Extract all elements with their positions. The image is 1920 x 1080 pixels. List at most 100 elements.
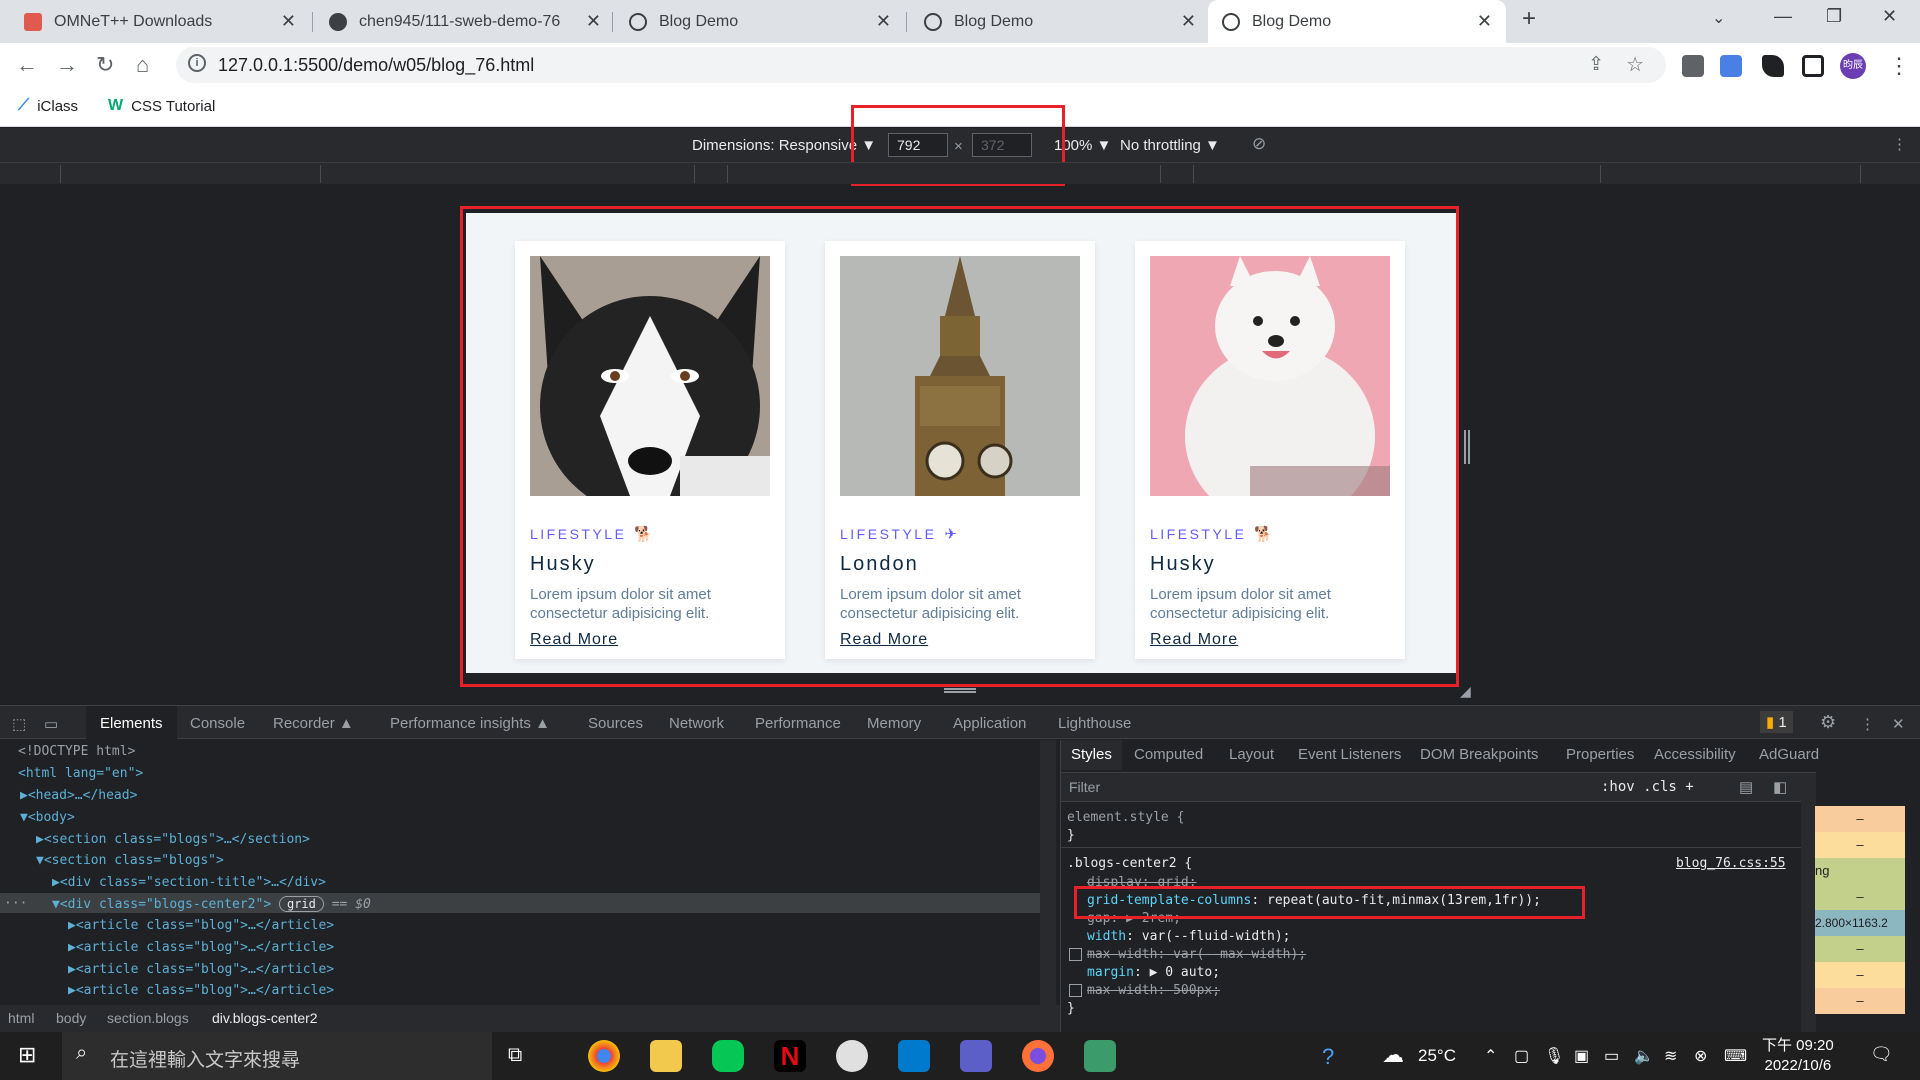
css-decl-margin[interactable]: margin: ▶ 0 auto; [1087, 965, 1220, 980]
tab-github[interactable]: chen945/111-sweb-demo-76 ✕ [315, 0, 615, 43]
crumb-div[interactable]: div.blogs-center2 [212, 1010, 318, 1026]
line-app-icon[interactable] [712, 1040, 744, 1072]
netflix-icon[interactable]: N [774, 1040, 806, 1072]
reload-icon[interactable]: ↻ [96, 52, 114, 78]
dom-line[interactable]: ▶<section class="blogs">…</section> [36, 832, 310, 847]
tab-network[interactable]: Network [669, 715, 724, 732]
styles-scrollbar[interactable] [1801, 776, 1816, 1032]
app-window-icon[interactable] [1084, 1040, 1116, 1072]
dom-line[interactable]: ▼<section class="blogs"> [36, 853, 224, 868]
share-icon[interactable]: ⇪ [1588, 53, 1604, 76]
tab-recorder[interactable]: Recorder ▲ [273, 715, 354, 732]
dom-line[interactable]: <!DOCTYPE html> [18, 744, 135, 759]
toggle-sidebar-icon[interactable]: ◧ [1773, 778, 1787, 796]
dom-line[interactable]: ▶<div class="section-title">…</div> [52, 875, 326, 890]
windows-start-icon[interactable]: ⊞ [18, 1042, 36, 1068]
hov-cls-tools[interactable]: :hov .cls + [1601, 779, 1694, 795]
viewport-resize-handle[interactable] [1464, 430, 1470, 464]
meet-icon[interactable]: ▢ [1514, 1046, 1529, 1066]
css-decl-width[interactable]: width: var(--fluid-width); [1087, 929, 1291, 944]
tab-accessibility[interactable]: Accessibility [1654, 746, 1736, 763]
tab-performance-insights[interactable]: Performance insights ▲ [390, 715, 550, 732]
bookmark-iclass[interactable]: ⟋ iClass [18, 97, 78, 115]
tab-blog-demo-2[interactable]: Blog Demo ✕ [910, 0, 1210, 43]
dom-line-selected[interactable]: ▼<div class="blogs-center2"> grid == $0 [52, 896, 371, 912]
close-icon[interactable]: ✕ [586, 11, 601, 32]
crumb-body[interactable]: body [56, 1010, 86, 1026]
tab-styles[interactable]: Styles [1061, 740, 1122, 770]
taskbar-clock[interactable]: 下午 09:20 2022/10/6 [1762, 1036, 1834, 1076]
firefox-icon[interactable] [1022, 1040, 1054, 1072]
issues-badge[interactable]: ▮ 1 [1760, 711, 1793, 733]
tab-search-icon[interactable]: ⌄ [1712, 8, 1725, 28]
site-info-icon[interactable]: i [188, 54, 206, 72]
settings-gear-icon[interactable]: ⚙ [1820, 712, 1836, 733]
dom-line[interactable]: ▶<article class="blog">…</article> [68, 983, 334, 998]
close-icon[interactable]: ✕ [876, 11, 891, 32]
styles-filter-input[interactable]: Filter [1069, 779, 1100, 795]
file-explorer-icon[interactable] [650, 1040, 682, 1072]
taskbar-search[interactable]: ⌕ 在這裡輸入文字來搜尋 [62, 1032, 492, 1080]
tab-layout[interactable]: Layout [1229, 746, 1274, 763]
dom-line[interactable]: ▶<head>…</head> [20, 788, 137, 803]
volume-icon[interactable]: 🔈 [1634, 1046, 1654, 1066]
mic-icon[interactable]: 🎙 [1544, 1046, 1564, 1066]
dom-line[interactable]: <html lang="en"> [18, 766, 143, 781]
bookmark-star-icon[interactable]: ☆ [1626, 52, 1644, 77]
weather-temp[interactable]: 25°C [1418, 1046, 1456, 1066]
dom-line[interactable]: ▶<article class="blog">…</article> [68, 918, 334, 933]
viewport-bottom-handle[interactable] [944, 688, 976, 693]
wifi-icon[interactable]: ≋ [1664, 1046, 1677, 1066]
tab-lighthouse[interactable]: Lighthouse [1058, 715, 1131, 732]
tab-blog-demo-1[interactable]: Blog Demo ✕ [615, 0, 905, 43]
tab-event-listeners[interactable]: Event Listeners [1298, 746, 1401, 763]
no-sync-icon[interactable]: ⊗ [1694, 1046, 1707, 1066]
tab-blog-demo-active[interactable]: Blog Demo ✕ [1208, 0, 1506, 43]
profile-avatar[interactable]: 昀辰 [1840, 53, 1866, 79]
tab-properties[interactable]: Properties [1566, 746, 1634, 763]
dom-line[interactable]: ▶<article class="blog">…</article> [68, 962, 334, 977]
rotate-icon[interactable]: ⊘ [1252, 134, 1266, 154]
notification-icon[interactable]: 🗨 [1870, 1044, 1893, 1065]
close-window-icon[interactable]: ✕ [1882, 6, 1897, 27]
tab-adguard[interactable]: AdGuard [1759, 746, 1819, 763]
element-style-rule[interactable]: element.style { [1067, 810, 1184, 825]
tab-sources[interactable]: Sources [588, 715, 643, 732]
css-decl-max-width-500[interactable]: max-width: 500px; [1087, 983, 1220, 998]
tab-application[interactable]: Application [953, 715, 1026, 732]
minimize-icon[interactable]: — [1774, 6, 1792, 27]
tray-chevron-icon[interactable]: ⌃ [1484, 1046, 1497, 1066]
task-view-icon[interactable]: ⧉ [508, 1044, 522, 1067]
tab-omnet[interactable]: OMNeT++ Downloads ✕ [10, 0, 310, 43]
css-decl-checkbox[interactable] [1069, 984, 1082, 997]
line-extension-icon[interactable] [1682, 55, 1704, 77]
display-icon[interactable]: ▣ [1574, 1046, 1589, 1066]
bookmark-css-tutorial[interactable]: W CSS Tutorial [108, 97, 215, 115]
menu-kebab-icon[interactable]: ⋮ [1888, 53, 1910, 78]
grid-badge[interactable]: grid [278, 896, 324, 912]
tab-memory[interactable]: Memory [867, 715, 921, 732]
translate-extension-icon[interactable] [1720, 55, 1742, 77]
forward-icon[interactable]: → [56, 52, 78, 78]
corner-resize-icon[interactable]: ◢ [1460, 683, 1471, 700]
css-decl-checkbox[interactable] [1069, 948, 1082, 961]
ime-icon[interactable]: ⌨ [1724, 1046, 1747, 1066]
dimensions-dropdown[interactable]: Dimensions: Responsive ▼ [692, 137, 876, 154]
inspect-icon[interactable]: ⬚ [12, 715, 26, 733]
address-bar[interactable]: i 127.0.0.1:5500/demo/w05/blog_76.html ⇪… [176, 47, 1666, 83]
extensions-puzzle-icon[interactable] [1762, 55, 1784, 77]
crumb-html[interactable]: html [8, 1010, 34, 1026]
throttling-dropdown[interactable]: No throttling ▼ [1120, 137, 1220, 154]
elements-scrollbar[interactable] [1040, 740, 1056, 1005]
tab-computed[interactable]: Computed [1134, 746, 1203, 763]
tab-elements[interactable]: Elements [86, 706, 177, 739]
devbar-menu-icon[interactable]: ⋮ [1892, 135, 1907, 153]
rule-selector[interactable]: .blogs-center2 { [1067, 856, 1192, 871]
crumb-section[interactable]: section.blogs [107, 1010, 189, 1026]
devtools-menu-icon[interactable]: ⋮ [1860, 715, 1875, 733]
tab-performance[interactable]: Performance [755, 715, 841, 732]
rule-source-link[interactable]: blog_76.css:55 [1676, 856, 1786, 871]
dom-line[interactable]: ▼<body> [20, 810, 75, 825]
css-decl-max-width-var[interactable]: max-width: var(--max-width); [1087, 947, 1306, 962]
side-panel-icon[interactable] [1802, 55, 1824, 77]
